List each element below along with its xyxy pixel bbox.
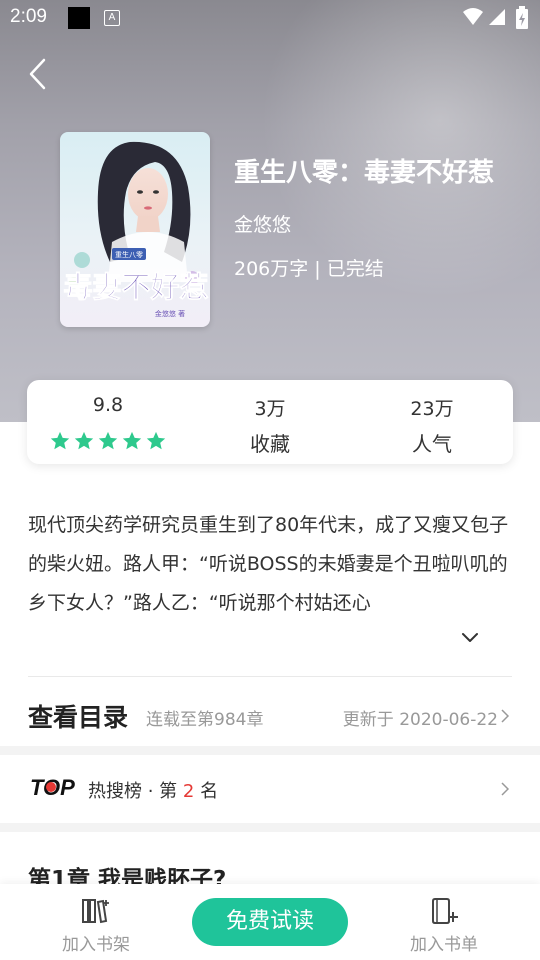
star-icon bbox=[50, 431, 70, 450]
rating-value: 9.8 bbox=[92, 394, 124, 416]
divider bbox=[28, 676, 512, 677]
chevron-right-icon bbox=[501, 782, 510, 796]
ranking-suffix: 名 bbox=[200, 781, 219, 802]
ranking-row[interactable]: TOP 热搜榜 · 第 2 名 bbox=[0, 755, 540, 823]
cover-illustration: 重生八零 毒妻不好惹 金悠悠 著 bbox=[63, 141, 209, 318]
popularity-stat: 23万 人气 bbox=[351, 380, 513, 464]
cover-series-text: 重生八零 bbox=[115, 250, 143, 259]
favorites-stat: 3万 收藏 bbox=[189, 380, 351, 464]
wifi-icon bbox=[463, 8, 483, 25]
favorites-label: 收藏 bbox=[250, 432, 290, 456]
star-icon bbox=[122, 431, 142, 450]
ranking-number: 2 bbox=[182, 781, 195, 802]
catalog-updated: 更新于 2020-06-22 bbox=[342, 710, 498, 730]
free-read-button[interactable]: 免费试读 bbox=[192, 898, 348, 946]
expand-synopsis-button[interactable] bbox=[458, 628, 482, 648]
section-gap bbox=[0, 746, 540, 755]
book-meta: 206万字 | 已完结 bbox=[234, 258, 384, 280]
popularity-label: 人气 bbox=[412, 432, 452, 456]
catalog-row[interactable]: 查看目录 连载至第984章 更新于 2020-06-22 bbox=[0, 678, 540, 748]
book-title: 重生八零：毒妻不好惹 bbox=[234, 158, 495, 188]
ranking-text: 热搜榜 · 第 2 名 bbox=[88, 777, 218, 803]
star-icon bbox=[146, 431, 166, 450]
popularity-value: 23万 bbox=[410, 398, 454, 420]
battery-icon bbox=[516, 6, 528, 29]
rating-stat: 9.8 bbox=[27, 380, 189, 464]
ranking-prefix: 热搜榜 · 第 bbox=[88, 781, 178, 802]
catalog-title: 查看目录 bbox=[28, 703, 129, 732]
cover-author-text: 金悠悠 著 bbox=[155, 309, 185, 318]
synopsis-text: 现代顶尖药学研究员重生到了80年代末，成了又瘦又包子的柴火妞。路人甲：“听说BO… bbox=[28, 514, 509, 614]
booklist-add-icon bbox=[432, 898, 458, 924]
signal-icon bbox=[489, 9, 505, 25]
book-author[interactable]: 金悠悠 bbox=[234, 210, 291, 237]
notification-icon bbox=[68, 7, 90, 29]
book-cover[interactable]: 重生八零 毒妻不好惹 金悠悠 著 bbox=[60, 132, 210, 327]
back-button[interactable] bbox=[24, 56, 54, 92]
stats-card: 9.8 3万 收藏 23万 人气 bbox=[27, 380, 513, 464]
bookshelf-icon bbox=[82, 899, 109, 924]
a-badge-icon: A bbox=[104, 10, 120, 26]
add-to-shelf-label: 加入书架 bbox=[62, 935, 130, 955]
star-icon bbox=[74, 431, 94, 450]
top-logo-icon: TOP bbox=[30, 775, 75, 800]
status-bar: 2:09 A bbox=[0, 0, 540, 36]
catalog-progress: 连载至第984章 bbox=[146, 710, 264, 730]
bottom-action-bar: 加入书架 免费试读 加入书单 bbox=[0, 884, 540, 960]
cover-title-text: 毒妻不好惹 bbox=[63, 270, 208, 304]
status-time: 2:09 bbox=[10, 6, 47, 27]
section-gap bbox=[0, 823, 540, 832]
add-to-booklist-label: 加入书单 bbox=[410, 935, 478, 955]
chevron-right-icon bbox=[501, 709, 510, 723]
star-icon bbox=[98, 431, 118, 450]
favorites-value: 3万 bbox=[254, 398, 286, 420]
rating-stars bbox=[49, 430, 167, 452]
add-to-booklist-button[interactable]: 加入书单 bbox=[379, 884, 509, 960]
add-to-shelf-button[interactable]: 加入书架 bbox=[31, 884, 161, 960]
